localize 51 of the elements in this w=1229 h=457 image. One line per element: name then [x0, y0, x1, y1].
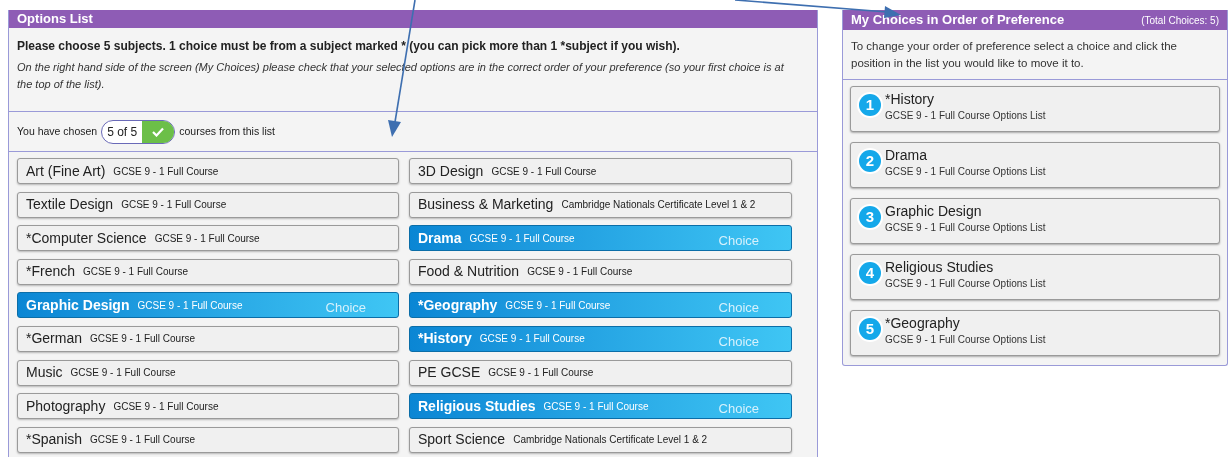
option-button[interactable]: *Geography GCSE 9 - 1 Full Course Choice: [409, 292, 792, 319]
choice-detail: GCSE 9 - 1 Full Course Options List: [885, 165, 1046, 179]
rank-badge: 5: [859, 318, 881, 340]
choice-detail: GCSE 9 - 1 Full Course Options List: [885, 277, 1046, 291]
choice-watermark: Choice: [718, 332, 759, 351]
panel-title: My Choices in Order of Preference: [851, 11, 1065, 30]
counter-label: You have chosen: [17, 123, 98, 139]
choice-name: Religious Studies: [885, 259, 995, 276]
option-button[interactable]: *French GCSE 9 - 1 Full Course: [17, 258, 399, 285]
choice-name: Drama: [885, 147, 928, 164]
option-button[interactable]: Drama GCSE 9 - 1 Full Course Choice: [409, 225, 792, 252]
option-button[interactable]: Photography GCSE 9 - 1 Full Course: [17, 393, 399, 420]
choice-detail: GCSE 9 - 1 Full Course Options List: [885, 109, 1046, 123]
option-button[interactable]: PE GCSE GCSE 9 - 1 Full Course: [409, 359, 792, 386]
option-button[interactable]: *History GCSE 9 - 1 Full Course Choice: [409, 325, 792, 352]
choice-card[interactable]: 5 *Geography GCSE 9 - 1 Full Course Options List: [850, 310, 1220, 356]
instruction-text: To change your order of preference select a choice and click the position in the list you would like to move it to.: [843, 30, 1227, 80]
choice-detail: GCSE 9 - 1 Full Course Options List: [885, 221, 1046, 235]
option-button[interactable]: *Computer Science GCSE 9 - 1 Full Course: [17, 225, 399, 252]
rank-badge: 1: [859, 94, 881, 116]
option-button[interactable]: Sport Science Cambridge Nationals Certificate Level 1 & 2: [409, 426, 792, 453]
option-button[interactable]: Business & Marketing Cambridge Nationals Certificate Level 1 & 2: [409, 191, 792, 218]
choice-card[interactable]: 2 Drama GCSE 9 - 1 Full Course Options List: [850, 142, 1220, 188]
choice-watermark: Choice: [718, 400, 759, 419]
option-button[interactable]: Textile Design GCSE 9 - 1 Full Course: [17, 191, 399, 218]
choice-card[interactable]: 3 Graphic Design GCSE 9 - 1 Full Course Options List: [850, 198, 1220, 244]
choice-name: Graphic Design: [885, 203, 983, 220]
option-button[interactable]: Music GCSE 9 - 1 Full Course: [17, 359, 399, 386]
choice-watermark: Choice: [325, 299, 366, 318]
counter-label: courses from this list: [179, 123, 275, 139]
choice-name: *History: [885, 91, 935, 108]
rank-badge: 2: [859, 150, 881, 172]
choice-card[interactable]: 1 *History GCSE 9 - 1 Full Course Options List: [850, 86, 1220, 132]
choice-detail: GCSE 9 - 1 Full Course Options List: [885, 333, 1046, 347]
panel-title: Options List: [17, 10, 93, 29]
option-button[interactable]: Graphic Design GCSE 9 - 1 Full Course Choice: [17, 292, 399, 319]
option-button[interactable]: 3D Design GCSE 9 - 1 Full Course: [409, 158, 792, 184]
option-button[interactable]: *Spanish GCSE 9 - 1 Full Course: [17, 426, 399, 453]
option-button[interactable]: Food & Nutrition GCSE 9 - 1 Full Course: [409, 258, 792, 285]
option-button[interactable]: Art (Fine Art) GCSE 9 - 1 Full Course: [17, 158, 399, 184]
choice-watermark: Choice: [718, 232, 759, 251]
rank-badge: 4: [859, 262, 881, 284]
total-choices: (Total Choices: 5): [1141, 13, 1219, 28]
option-button[interactable]: *German GCSE 9 - 1 Full Course: [17, 325, 399, 352]
choice-watermark: Choice: [718, 299, 759, 318]
rank-badge: 3: [859, 206, 881, 228]
instruction-text: Please choose 5 subjects. 1 choice must be from a subject marked * (you can pick more than 1 *subject if you wish).: [17, 38, 681, 55]
choice-card[interactable]: 4 Religious Studies GCSE 9 - 1 Full Course Options List: [850, 254, 1220, 300]
counter-value: 5 of 5: [106, 123, 139, 141]
choice-name: *Geography: [885, 315, 961, 332]
option-button[interactable]: Religious Studies GCSE 9 - 1 Full Course Choice: [409, 393, 792, 420]
